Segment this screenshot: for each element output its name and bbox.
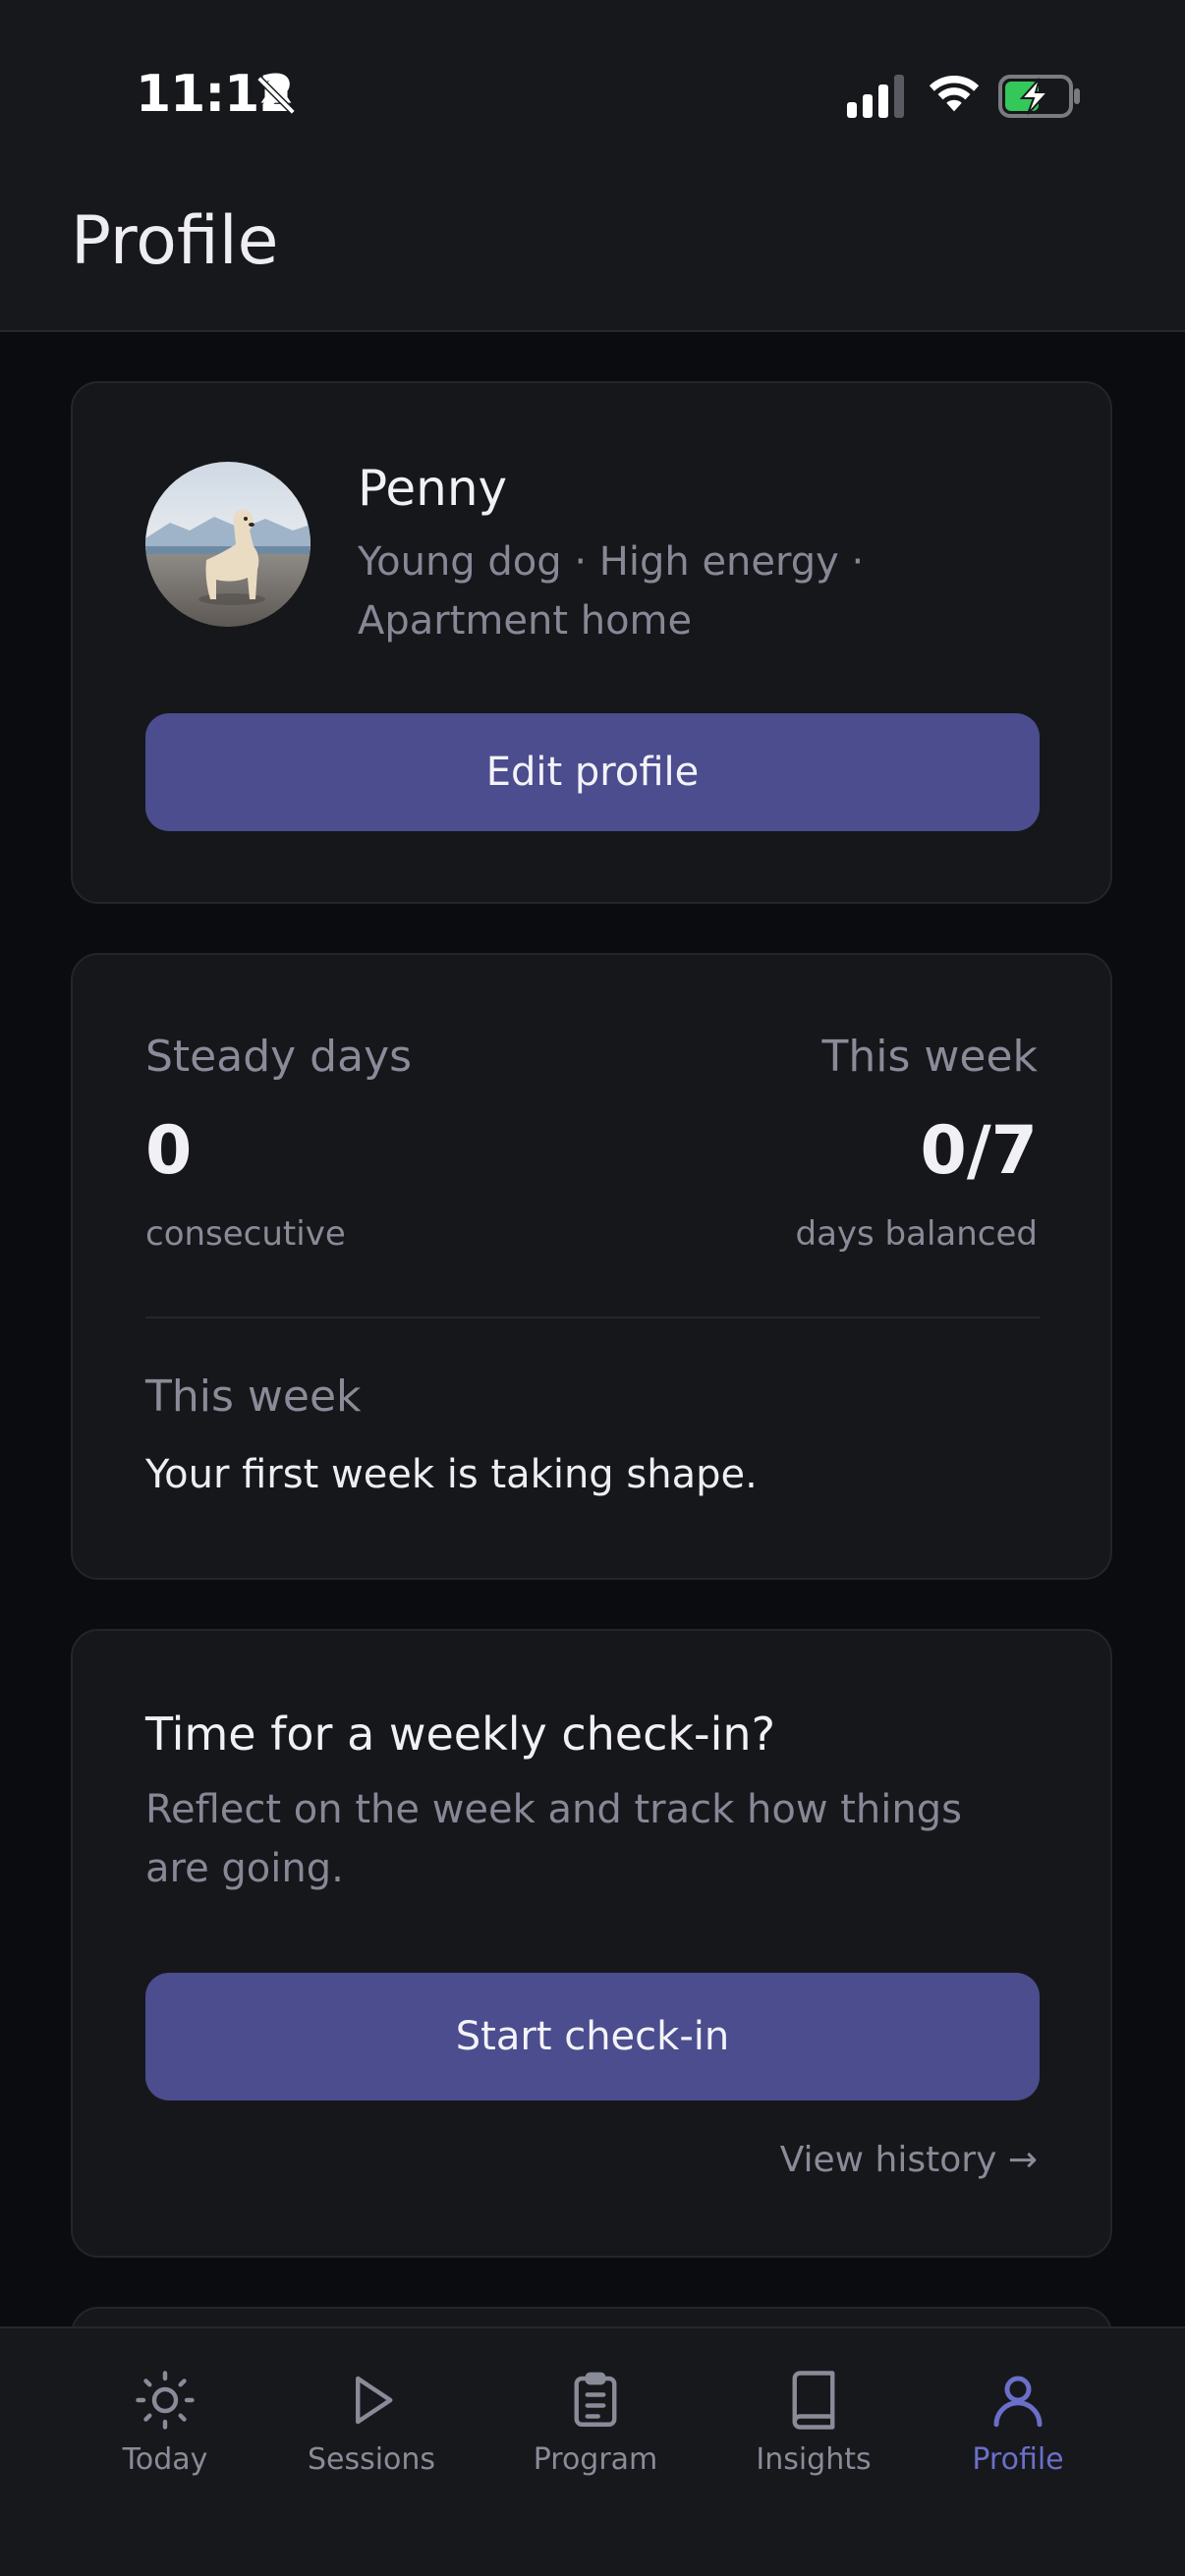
tab-sessions[interactable]: Sessions [283, 2368, 460, 2515]
tab-today-label: Today [122, 2442, 208, 2477]
this-week-value: 0/7 [920, 1112, 1038, 1190]
checkin-title: Time for a weekly check-in? [145, 1708, 775, 1761]
tab-profile[interactable]: Profile [930, 2368, 1106, 2515]
stats-card: Steady days 0 consecutive This week 0/7 … [71, 953, 1112, 1580]
steady-days-value: 0 [145, 1112, 193, 1190]
tab-insights[interactable]: Insights [725, 2368, 902, 2515]
book-icon [792, 2371, 835, 2430]
checkin-card: Time for a weekly check-in? Reflect on t… [71, 1629, 1112, 2258]
view-history-link[interactable]: View history → [780, 2140, 1038, 2180]
clipboard-icon [574, 2372, 617, 2427]
person-icon [993, 2376, 1043, 2428]
edit-profile-button[interactable]: Edit profile [145, 713, 1040, 831]
header-divider [0, 330, 1185, 332]
week-summary-text: Your first week is taking shape. [145, 1452, 758, 1497]
stats-divider [145, 1316, 1040, 1318]
page-title: Profile [71, 202, 279, 280]
this-week-sub: days balanced [795, 1214, 1039, 1254]
dog-photo [145, 462, 310, 627]
tab-sessions-label: Sessions [307, 2442, 436, 2477]
checkin-description: Reflect on the week and track how things… [145, 1787, 962, 1891]
tab-program-label: Program [533, 2442, 658, 2477]
this-week-label: This week [821, 1032, 1038, 1082]
tab-insights-label: Insights [756, 2442, 872, 2477]
steady-days-sub: consecutive [145, 1214, 346, 1254]
dog-name: Penny [358, 460, 508, 517]
tab-today[interactable]: Today [77, 2368, 254, 2515]
status-bar: 11:12 [0, 0, 1185, 196]
steady-days-label: Steady days [145, 1032, 413, 1082]
week-summary-label: This week [145, 1372, 362, 1422]
tab-program[interactable]: Program [507, 2368, 684, 2515]
sun-icon [136, 2371, 195, 2430]
start-checkin-button[interactable]: Start check-in [145, 1973, 1040, 2100]
tab-bar: Today Sessions Program Insights Profile [0, 2326, 1185, 2576]
dog-avatar[interactable] [145, 462, 310, 627]
play-icon [356, 2376, 393, 2425]
tab-profile-label: Profile [972, 2442, 1064, 2477]
cellular-signal-icon [847, 75, 904, 118]
silent-bell-icon [256, 76, 296, 115]
battery-charging-icon [998, 75, 1080, 118]
profile-card: Penny Young dog · High energy · Apartmen… [71, 381, 1112, 904]
wifi-icon [929, 75, 980, 112]
dog-description: Young dog · High energy · Apartment home [358, 539, 865, 644]
